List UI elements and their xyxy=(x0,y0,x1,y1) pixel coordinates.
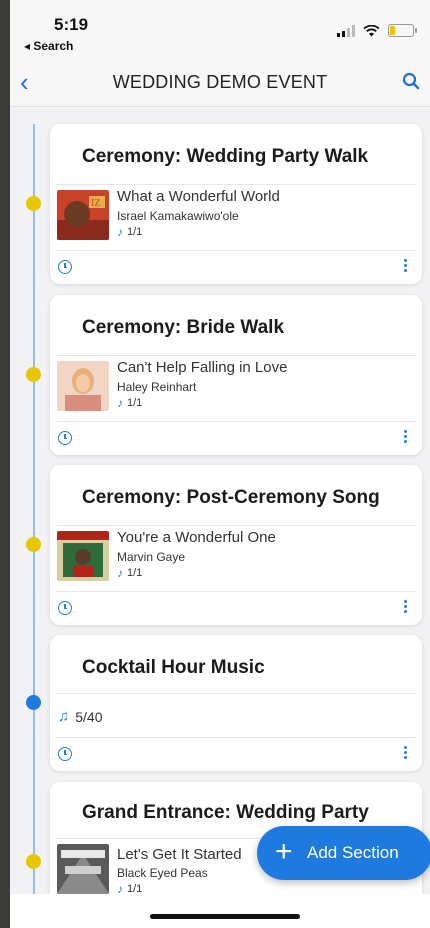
more-options-icon[interactable] xyxy=(404,600,408,613)
music-note-icon: ♪ xyxy=(117,225,123,239)
timeline-line xyxy=(33,124,35,894)
divider xyxy=(56,355,416,356)
section-title: Ceremony: Bride Walk xyxy=(82,317,285,338)
home-indicator-area xyxy=(10,894,430,928)
divider xyxy=(56,693,416,694)
clock-icon[interactable] xyxy=(58,260,72,274)
section-card[interactable]: Cocktail Hour Music ♫ 5/40 xyxy=(50,635,422,771)
song-count: ♪ 1/1 xyxy=(117,225,142,239)
song-count: ♫ 5/40 xyxy=(58,708,103,725)
song-count-value: 1/1 xyxy=(127,397,143,409)
section-card[interactable]: Ceremony: Wedding Party Walk IZ What a W… xyxy=(50,124,422,284)
timeline-dot xyxy=(26,695,41,710)
clock-icon[interactable] xyxy=(58,431,72,445)
status-time: 5:19 xyxy=(54,15,89,34)
divider xyxy=(56,591,416,592)
search-icon[interactable] xyxy=(402,72,420,90)
album-art xyxy=(57,361,109,411)
clock-icon[interactable] xyxy=(58,601,72,615)
song-title: Let's Get It Started xyxy=(117,846,242,863)
timeline-dot xyxy=(26,367,41,382)
section-card[interactable]: Ceremony: Bride Walk Can't Help Falling … xyxy=(50,295,422,455)
section-title: Ceremony: Post-Ceremony Song xyxy=(82,487,380,508)
home-indicator[interactable] xyxy=(150,914,300,919)
timeline-dot xyxy=(26,537,41,552)
battery-icon xyxy=(388,24,417,37)
section-title: Ceremony: Wedding Party Walk xyxy=(82,146,369,167)
song-count-value: 1/1 xyxy=(127,567,143,579)
divider xyxy=(56,421,416,422)
music-note-icon: ♪ xyxy=(117,396,123,410)
add-section-button[interactable]: + Add Section xyxy=(257,826,430,880)
divider xyxy=(56,184,416,185)
album-art xyxy=(57,844,109,894)
status-icons xyxy=(337,24,417,37)
add-section-label: Add Section xyxy=(307,843,399,862)
timeline-dot xyxy=(26,854,41,869)
wifi-icon xyxy=(363,24,380,36)
album-art xyxy=(57,531,109,581)
song-count-value: 1/1 xyxy=(127,226,143,238)
song-title: You're a Wonderful One xyxy=(117,529,276,546)
section-card[interactable]: Ceremony: Post-Ceremony Song You're a Wo… xyxy=(50,465,422,625)
plus-icon: + xyxy=(275,835,293,868)
page-title: WEDDING DEMO EVENT xyxy=(112,72,328,92)
song-count: ♪ 1/1 xyxy=(117,396,142,410)
music-note-icon: ♪ xyxy=(117,566,123,580)
timeline-dot xyxy=(26,196,41,211)
more-options-icon[interactable] xyxy=(404,259,408,272)
signal-icon xyxy=(337,24,355,37)
divider xyxy=(56,250,416,251)
artist-name: Haley Reinhart xyxy=(117,380,197,394)
music-note-icon: ♫ xyxy=(58,708,70,725)
more-options-icon[interactable] xyxy=(404,746,408,759)
artist-name: Black Eyed Peas xyxy=(117,866,208,880)
artist-name: Marvin Gaye xyxy=(117,550,186,564)
nav-bar: ‹ WEDDING DEMO EVENT xyxy=(10,58,430,107)
back-to-search-link[interactable]: ◂ Search xyxy=(24,39,73,53)
clock-icon[interactable] xyxy=(58,747,72,761)
phone-screen: 5:19 ◂ Search ‹ WEDDING DEMO EVENT Cerem… xyxy=(10,0,430,928)
svg-text:IZ: IZ xyxy=(91,198,100,209)
divider xyxy=(56,525,416,526)
more-options-icon[interactable] xyxy=(404,430,408,443)
song-count-value: 5/40 xyxy=(75,708,103,725)
song-count: ♪ 1/1 xyxy=(117,566,142,580)
album-art: IZ xyxy=(57,190,109,240)
section-title: Grand Entrance: Wedding Party xyxy=(82,802,369,823)
song-title: Can't Help Falling in Love xyxy=(117,359,288,376)
section-title: Cocktail Hour Music xyxy=(82,657,265,678)
status-bar: 5:19 ◂ Search xyxy=(10,0,430,58)
artist-name: Israel Kamakawiwo'ole xyxy=(117,209,239,223)
divider xyxy=(56,737,416,738)
song-title: What a Wonderful World xyxy=(117,188,280,205)
